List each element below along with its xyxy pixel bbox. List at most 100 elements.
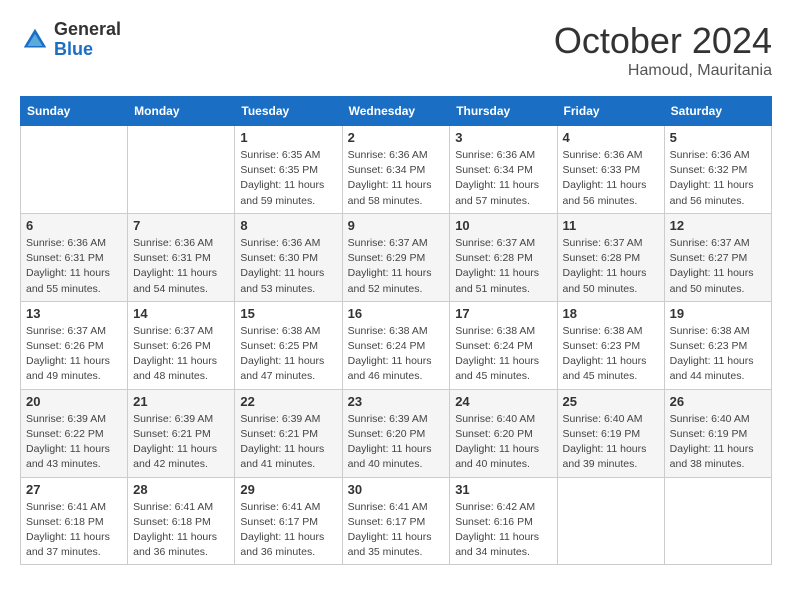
calendar-cell: 29 Sunrise: 6:41 AMSunset: 6:17 PMDayligh…	[235, 477, 342, 565]
calendar-cell	[664, 477, 771, 565]
calendar-week-5: 27 Sunrise: 6:41 AMSunset: 6:18 PMDayligh…	[21, 477, 772, 565]
column-header-saturday: Saturday	[664, 97, 771, 126]
calendar-cell: 22 Sunrise: 6:39 AMSunset: 6:21 PMDayligh…	[235, 389, 342, 477]
column-header-thursday: Thursday	[450, 97, 557, 126]
day-number: 30	[348, 482, 445, 497]
day-number: 17	[455, 306, 551, 321]
column-header-tuesday: Tuesday	[235, 97, 342, 126]
day-info: Sunrise: 6:37 AMSunset: 6:28 PMDaylight:…	[455, 236, 551, 297]
calendar-cell: 18Sunrise: 6:38 AMSunset: 6:23 PMDayligh…	[557, 301, 664, 389]
day-info: Sunrise: 6:39 AMSunset: 6:20 PMDaylight:…	[348, 412, 445, 473]
calendar-cell	[557, 477, 664, 565]
logo: General Blue	[20, 20, 121, 60]
calendar-cell: 26Sunrise: 6:40 AMSunset: 6:19 PMDayligh…	[664, 389, 771, 477]
day-number: 11	[563, 218, 659, 233]
calendar-cell: 27 Sunrise: 6:41 AMSunset: 6:18 PMDayligh…	[21, 477, 128, 565]
calendar-cell: 5 Sunrise: 6:36 AMSunset: 6:32 PMDaylight…	[664, 126, 771, 214]
day-info: Sunrise: 6:38 AMSunset: 6:24 PMDaylight:…	[455, 324, 551, 385]
day-info: Sunrise: 6:36 AMSunset: 6:34 PMDaylight:…	[348, 148, 445, 209]
logo-blue-text: Blue	[54, 40, 121, 60]
calendar-cell: 19 Sunrise: 6:38 AMSunset: 6:23 PMDayligh…	[664, 301, 771, 389]
day-number: 15	[240, 306, 336, 321]
calendar-cell: 12 Sunrise: 6:37 AMSunset: 6:27 PMDayligh…	[664, 213, 771, 301]
day-info: Sunrise: 6:37 AMSunset: 6:26 PMDaylight:…	[133, 324, 229, 385]
day-number: 6	[26, 218, 122, 233]
calendar-cell: 11 Sunrise: 6:37 AMSunset: 6:28 PMDayligh…	[557, 213, 664, 301]
day-info: Sunrise: 6:41 AMSunset: 6:18 PMDaylight:…	[133, 500, 229, 561]
day-info: Sunrise: 6:37 AMSunset: 6:29 PMDaylight:…	[348, 236, 445, 297]
day-info: Sunrise: 6:39 AMSunset: 6:21 PMDaylight:…	[133, 412, 229, 473]
day-info: Sunrise: 6:37 AMSunset: 6:27 PMDaylight:…	[670, 236, 766, 297]
day-number: 23	[348, 394, 445, 409]
day-number: 13	[26, 306, 122, 321]
calendar-cell: 28Sunrise: 6:41 AMSunset: 6:18 PMDayligh…	[128, 477, 235, 565]
day-info: Sunrise: 6:41 AMSunset: 6:18 PMDaylight:…	[26, 500, 122, 561]
day-info: Sunrise: 6:41 AMSunset: 6:17 PMDaylight:…	[240, 500, 336, 561]
calendar-cell: 16Sunrise: 6:38 AMSunset: 6:24 PMDayligh…	[342, 301, 450, 389]
calendar-cell: 9 Sunrise: 6:37 AMSunset: 6:29 PMDaylight…	[342, 213, 450, 301]
day-info: Sunrise: 6:36 AMSunset: 6:30 PMDaylight:…	[240, 236, 336, 297]
day-info: Sunrise: 6:37 AMSunset: 6:28 PMDaylight:…	[563, 236, 659, 297]
calendar-cell: 17 Sunrise: 6:38 AMSunset: 6:24 PMDayligh…	[450, 301, 557, 389]
day-info: Sunrise: 6:36 AMSunset: 6:31 PMDaylight:…	[133, 236, 229, 297]
calendar-cell: 13 Sunrise: 6:37 AMSunset: 6:26 PMDayligh…	[21, 301, 128, 389]
day-info: Sunrise: 6:38 AMSunset: 6:23 PMDaylight:…	[670, 324, 766, 385]
day-info: Sunrise: 6:36 AMSunset: 6:31 PMDaylight:…	[26, 236, 122, 297]
day-number: 12	[670, 218, 766, 233]
day-info: Sunrise: 6:35 AMSunset: 6:35 PMDaylight:…	[240, 148, 336, 209]
day-number: 14	[133, 306, 229, 321]
day-number: 5	[670, 130, 766, 145]
column-header-sunday: Sunday	[21, 97, 128, 126]
day-info: Sunrise: 6:40 AMSunset: 6:20 PMDaylight:…	[455, 412, 551, 473]
day-info: Sunrise: 6:40 AMSunset: 6:19 PMDaylight:…	[670, 412, 766, 473]
calendar-cell: 15Sunrise: 6:38 AMSunset: 6:25 PMDayligh…	[235, 301, 342, 389]
calendar-cell	[21, 126, 128, 214]
day-number: 19	[670, 306, 766, 321]
page-header: General Blue October 2024 Hamoud, Maurit…	[20, 20, 772, 80]
calendar-week-1: 1Sunrise: 6:35 AMSunset: 6:35 PMDaylight…	[21, 126, 772, 214]
day-info: Sunrise: 6:41 AMSunset: 6:17 PMDaylight:…	[348, 500, 445, 561]
calendar-cell: 2 Sunrise: 6:36 AMSunset: 6:34 PMDaylight…	[342, 126, 450, 214]
location: Hamoud, Mauritania	[554, 62, 772, 80]
day-number: 27	[26, 482, 122, 497]
day-number: 3	[455, 130, 551, 145]
calendar-cell: 24 Sunrise: 6:40 AMSunset: 6:20 PMDayligh…	[450, 389, 557, 477]
calendar-cell: 31 Sunrise: 6:42 AMSunset: 6:16 PMDayligh…	[450, 477, 557, 565]
column-header-wednesday: Wednesday	[342, 97, 450, 126]
day-number: 31	[455, 482, 551, 497]
day-info: Sunrise: 6:36 AMSunset: 6:33 PMDaylight:…	[563, 148, 659, 209]
day-number: 10	[455, 218, 551, 233]
day-number: 29	[240, 482, 336, 497]
title-block: October 2024 Hamoud, Mauritania	[554, 20, 772, 80]
day-number: 9	[348, 218, 445, 233]
calendar-cell: 25Sunrise: 6:40 AMSunset: 6:19 PMDayligh…	[557, 389, 664, 477]
calendar-cell: 10 Sunrise: 6:37 AMSunset: 6:28 PMDayligh…	[450, 213, 557, 301]
day-number: 20	[26, 394, 122, 409]
month-title: October 2024	[554, 20, 772, 62]
calendar-cell: 8Sunrise: 6:36 AMSunset: 6:30 PMDaylight…	[235, 213, 342, 301]
day-number: 2	[348, 130, 445, 145]
calendar-cell: 4Sunrise: 6:36 AMSunset: 6:33 PMDaylight…	[557, 126, 664, 214]
calendar-table: SundayMondayTuesdayWednesdayThursdayFrid…	[20, 96, 772, 565]
calendar-cell: 20 Sunrise: 6:39 AMSunset: 6:22 PMDayligh…	[21, 389, 128, 477]
day-info: Sunrise: 6:42 AMSunset: 6:16 PMDaylight:…	[455, 500, 551, 561]
logo-icon	[20, 25, 50, 55]
calendar-cell: 21Sunrise: 6:39 AMSunset: 6:21 PMDayligh…	[128, 389, 235, 477]
calendar-cell: 30 Sunrise: 6:41 AMSunset: 6:17 PMDayligh…	[342, 477, 450, 565]
column-header-monday: Monday	[128, 97, 235, 126]
day-number: 24	[455, 394, 551, 409]
day-info: Sunrise: 6:36 AMSunset: 6:32 PMDaylight:…	[670, 148, 766, 209]
day-info: Sunrise: 6:39 AMSunset: 6:21 PMDaylight:…	[240, 412, 336, 473]
calendar-week-3: 13 Sunrise: 6:37 AMSunset: 6:26 PMDayligh…	[21, 301, 772, 389]
logo-text: General Blue	[54, 20, 121, 60]
day-number: 16	[348, 306, 445, 321]
day-info: Sunrise: 6:39 AMSunset: 6:22 PMDaylight:…	[26, 412, 122, 473]
calendar-cell: 23 Sunrise: 6:39 AMSunset: 6:20 PMDayligh…	[342, 389, 450, 477]
calendar-header-row: SundayMondayTuesdayWednesdayThursdayFrid…	[21, 97, 772, 126]
logo-general-text: General	[54, 20, 121, 40]
day-number: 22	[240, 394, 336, 409]
day-info: Sunrise: 6:37 AMSunset: 6:26 PMDaylight:…	[26, 324, 122, 385]
day-info: Sunrise: 6:40 AMSunset: 6:19 PMDaylight:…	[563, 412, 659, 473]
day-info: Sunrise: 6:36 AMSunset: 6:34 PMDaylight:…	[455, 148, 551, 209]
calendar-cell: 6 Sunrise: 6:36 AMSunset: 6:31 PMDaylight…	[21, 213, 128, 301]
